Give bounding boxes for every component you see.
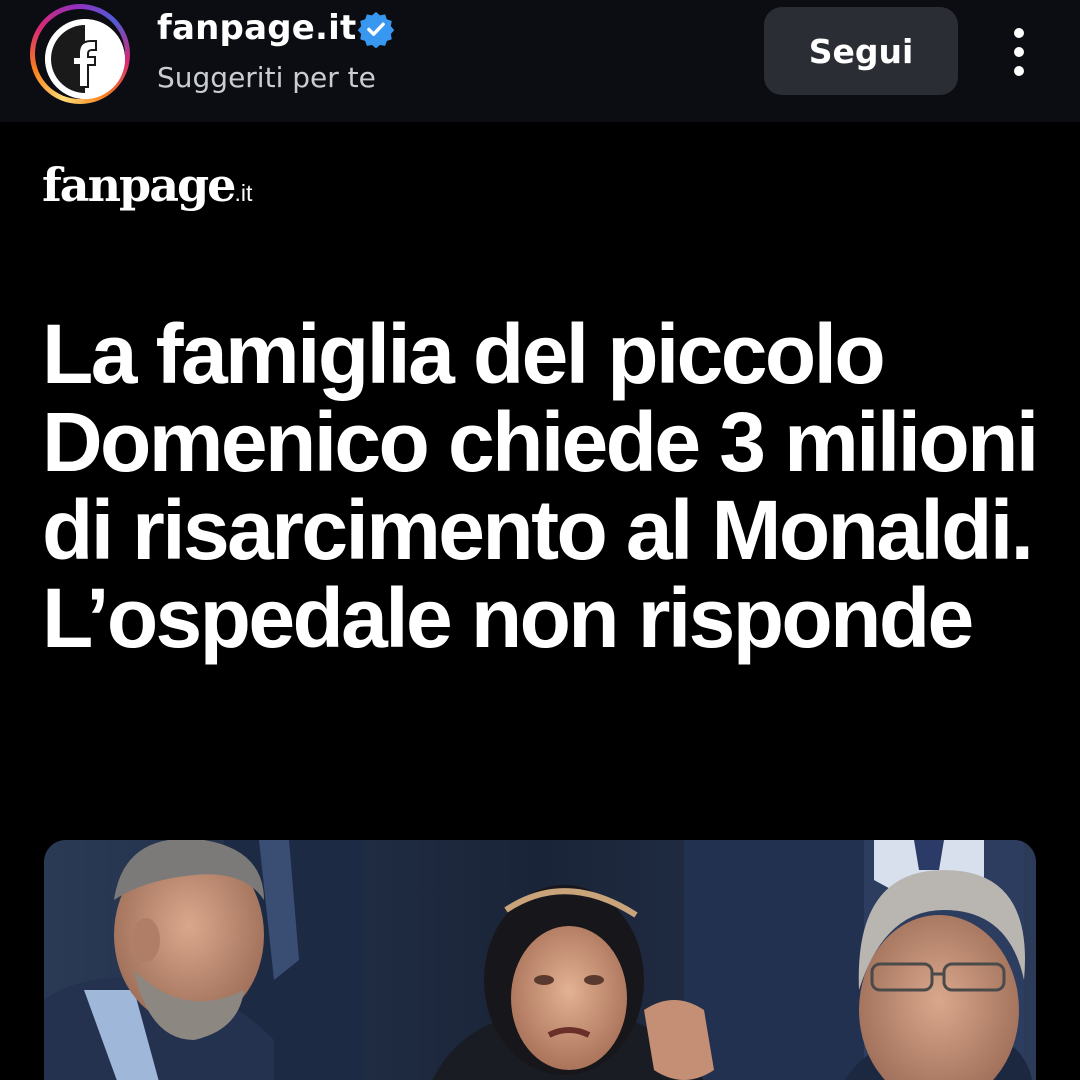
- fanpage-logo-icon[interactable]: [45, 19, 125, 99]
- headline: La famiglia del piccolo Domenico chiede …: [42, 307, 1039, 665]
- story-ring[interactable]: [30, 4, 130, 104]
- follow-button[interactable]: Segui: [764, 7, 958, 95]
- brand-tld: .it: [234, 180, 253, 206]
- brand-wordmark: fanpage.it: [42, 150, 252, 228]
- news-photo: [44, 840, 1036, 1080]
- suggested-label: Suggeriti per te: [157, 61, 376, 94]
- verified-badge-icon: [357, 11, 395, 48]
- more-vertical-icon[interactable]: [1000, 22, 1038, 82]
- account-name[interactable]: fanpage.it: [157, 6, 356, 50]
- brand-name: fanpage: [42, 158, 236, 212]
- photo-illustration: [44, 840, 1036, 1080]
- post-header: fanpage.it Suggeriti per te Segui: [0, 0, 1080, 122]
- instagram-post: fanpage.it Suggeriti per te Segui fanpag…: [0, 0, 1080, 1080]
